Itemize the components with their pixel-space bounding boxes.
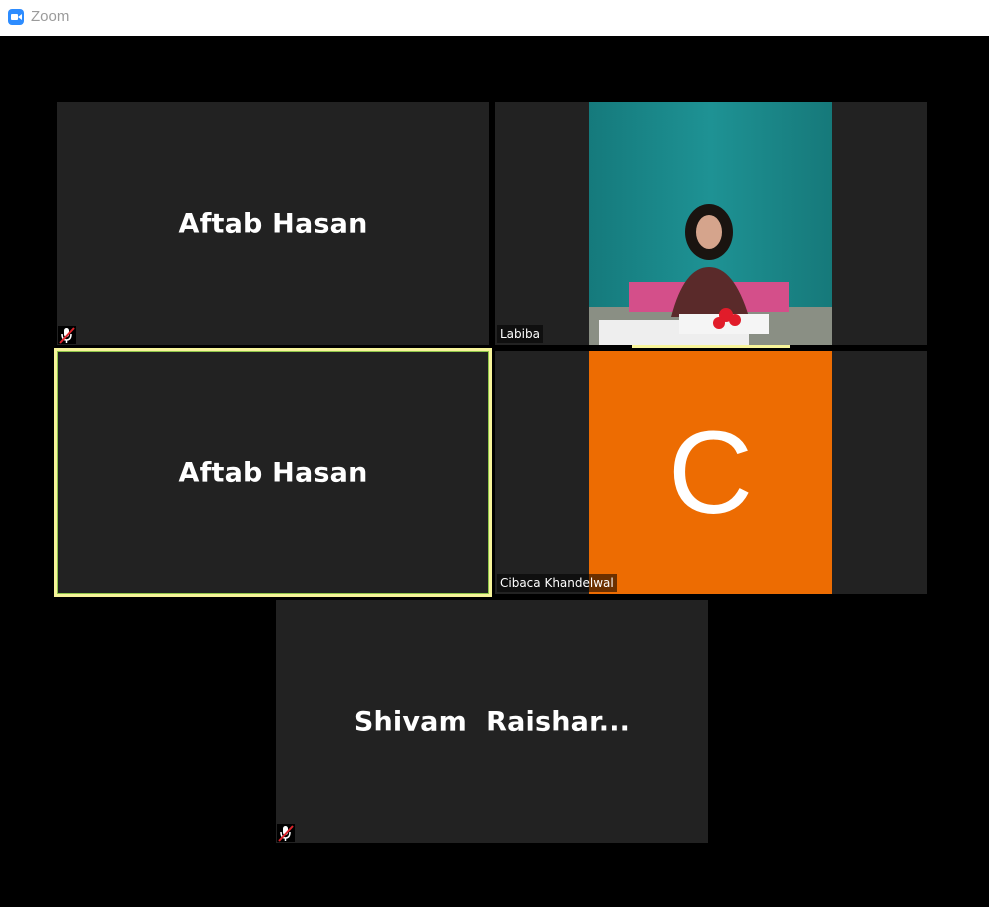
speaking-indicator bbox=[632, 345, 790, 348]
gallery-view: Aftab Hasan Labiba Aftab Hasan C Cibaca … bbox=[0, 36, 989, 907]
participant-tile-aftab-1[interactable]: Aftab Hasan bbox=[57, 102, 489, 345]
participant-avatar: C bbox=[589, 351, 832, 594]
participant-tile-aftab-2[interactable]: Aftab Hasan bbox=[54, 348, 492, 597]
video-feed bbox=[589, 102, 832, 345]
participant-name: Shivam Raishar... bbox=[353, 706, 631, 737]
muted-mic-icon bbox=[58, 326, 76, 344]
window-title: Zoom bbox=[31, 8, 70, 25]
participant-name: Aftab Hasan bbox=[178, 457, 368, 488]
participant-tile-cibaca[interactable]: C Cibaca Khandelwal bbox=[495, 351, 927, 594]
participant-name: Aftab Hasan bbox=[178, 208, 368, 239]
title-bar: Zoom bbox=[0, 0, 989, 36]
participant-name-label: Labiba bbox=[497, 325, 543, 343]
zoom-camera-icon bbox=[8, 9, 24, 25]
participant-tile-labiba[interactable]: Labiba bbox=[495, 102, 927, 345]
participant-tile-shivam[interactable]: Shivam Raishar... bbox=[276, 600, 708, 843]
participant-name-label: Cibaca Khandelwal bbox=[497, 574, 617, 592]
muted-mic-icon bbox=[277, 824, 295, 842]
